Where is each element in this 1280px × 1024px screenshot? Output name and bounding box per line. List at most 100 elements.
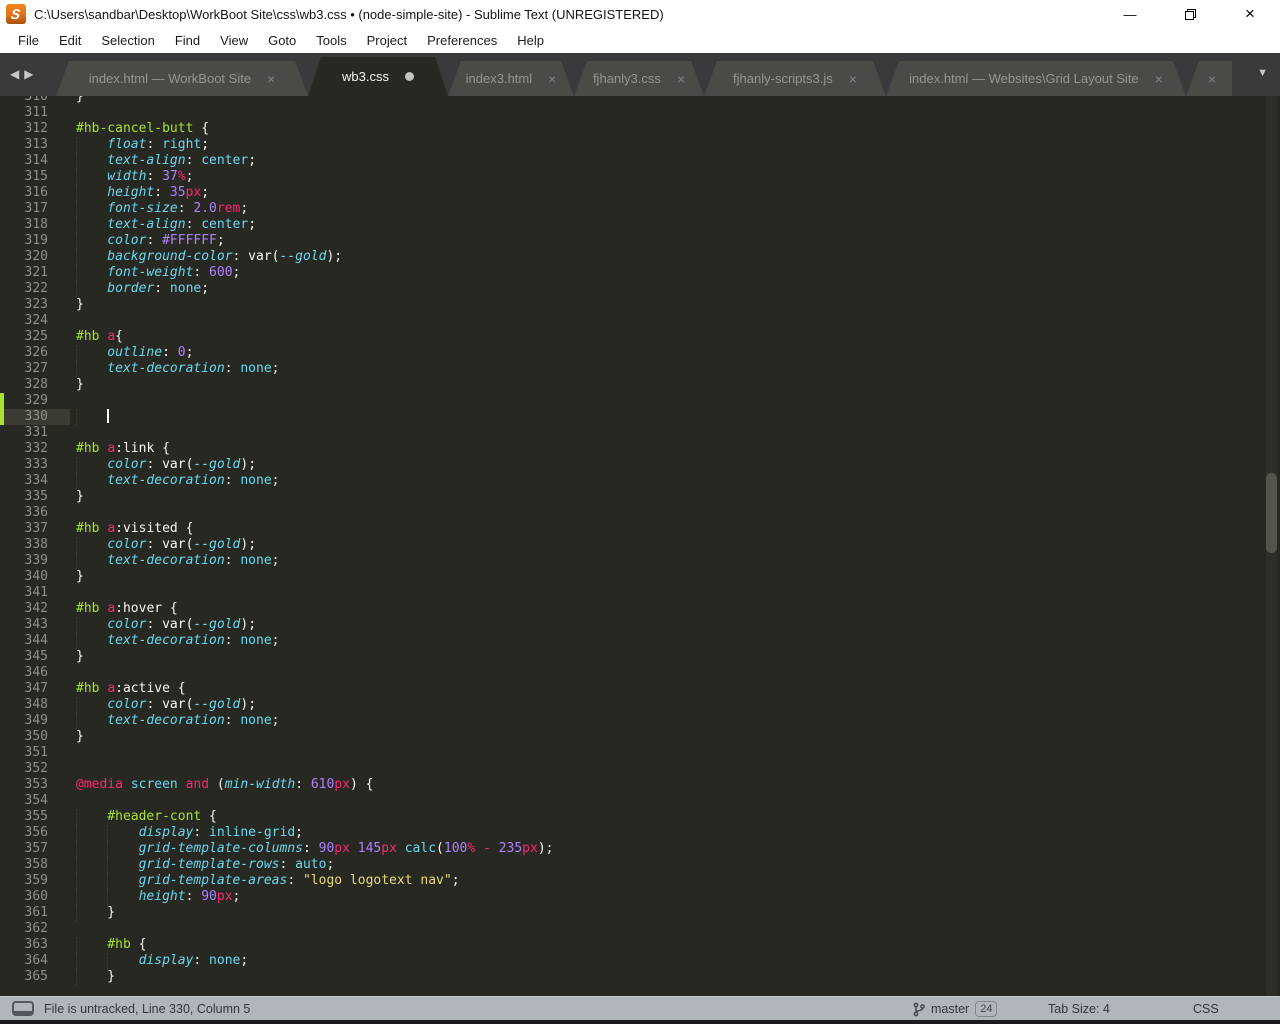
code-line-311[interactable]: 311 (0, 105, 1280, 121)
code-line-357[interactable]: 357grid-template-columns: 90px 145px cal… (0, 841, 1280, 857)
syntax-selector[interactable]: CSS (1193, 997, 1219, 1021)
code-line-312[interactable]: 312#hb-cancel-butt { (0, 121, 1280, 137)
scrollbar-thumb[interactable] (1266, 473, 1277, 553)
code-line-333[interactable]: 333color: var(--gold); (0, 457, 1280, 473)
code-line-361[interactable]: 361} (0, 905, 1280, 921)
code-line-334[interactable]: 334text-decoration: none; (0, 473, 1280, 489)
menu-item-selection[interactable]: Selection (91, 28, 164, 53)
code-line-314[interactable]: 314text-align: center; (0, 153, 1280, 169)
line-number: 352 (0, 761, 48, 777)
code-token: px (334, 841, 350, 856)
back-arrow-icon[interactable]: ◀ (10, 68, 19, 80)
tab-stub[interactable]: × (1186, 61, 1232, 96)
code-line-351[interactable]: 351 (0, 745, 1280, 761)
menu-item-edit[interactable]: Edit (49, 28, 91, 53)
menu-item-preferences[interactable]: Preferences (417, 28, 507, 53)
git-branch-status[interactable]: master 24 (913, 997, 997, 1021)
code-line-348[interactable]: 348color: var(--gold); (0, 697, 1280, 713)
tab-wb3.css[interactable]: wb3.css (308, 57, 448, 96)
code-line-310[interactable]: 310} (0, 96, 1280, 105)
code-line-359[interactable]: 359grid-template-areas: "logo logotext n… (0, 873, 1280, 889)
code-line-336[interactable]: 336 (0, 505, 1280, 521)
code-line-317[interactable]: 317font-size: 2.0rem; (0, 201, 1280, 217)
code-line-364[interactable]: 364display: none; (0, 953, 1280, 969)
menu-item-tools[interactable]: Tools (306, 28, 356, 53)
menu-item-project[interactable]: Project (357, 28, 417, 53)
code-line-365[interactable]: 365} (0, 969, 1280, 985)
code-line-322[interactable]: 322border: none; (0, 281, 1280, 297)
code-line-337[interactable]: 337#hb a:visited { (0, 521, 1280, 537)
close-tab-icon[interactable]: × (548, 72, 556, 86)
code-line-345[interactable]: 345} (0, 649, 1280, 665)
menu-item-goto[interactable]: Goto (258, 28, 306, 53)
code-line-328[interactable]: 328} (0, 377, 1280, 393)
code-line-358[interactable]: 358grid-template-rows: auto; (0, 857, 1280, 873)
code-line-318[interactable]: 318text-align: center; (0, 217, 1280, 233)
code-line-362[interactable]: 362 (0, 921, 1280, 937)
code-line-331[interactable]: 331 (0, 425, 1280, 441)
tab-index.html-websites-grid-layout-site[interactable]: index.html — Websites\Grid Layout Site× (886, 61, 1186, 96)
maximize-button[interactable] (1160, 0, 1220, 28)
tab-fjhanly3.css[interactable]: fjhanly3.css× (574, 61, 704, 96)
code-line-347[interactable]: 347#hb a:active { (0, 681, 1280, 697)
code-line-324[interactable]: 324 (0, 313, 1280, 329)
code-line-355[interactable]: 355#header-cont { (0, 809, 1280, 825)
code-line-326[interactable]: 326outline: 0; (0, 345, 1280, 361)
code-line-342[interactable]: 342#hb a:hover { (0, 601, 1280, 617)
code-line-313[interactable]: 313float: right; (0, 137, 1280, 153)
code-line-329[interactable]: 329 (0, 393, 1280, 409)
panel-toggle-icon[interactable] (12, 1001, 34, 1016)
editor[interactable]: 310}311312#hb-cancel-butt {313float: rig… (0, 96, 1280, 996)
code-line-339[interactable]: 339text-decoration: none; (0, 553, 1280, 569)
code-line-327[interactable]: 327text-decoration: none; (0, 361, 1280, 377)
code-line-330[interactable]: 330 (0, 409, 1280, 425)
code-line-356[interactable]: 356display: inline-grid; (0, 825, 1280, 841)
tab-index3.html[interactable]: index3.html× (448, 61, 574, 96)
close-window-button[interactable]: × (1220, 0, 1280, 28)
code-line-346[interactable]: 346 (0, 665, 1280, 681)
code-line-323[interactable]: 323} (0, 297, 1280, 313)
tab-size-indicator[interactable]: Tab Size: 4 (1048, 997, 1110, 1021)
menu-item-view[interactable]: View (210, 28, 258, 53)
code-text: } (76, 905, 115, 921)
code-line-315[interactable]: 315width: 37%; (0, 169, 1280, 185)
code-line-352[interactable]: 352 (0, 761, 1280, 777)
indent-guide (76, 697, 107, 713)
code-line-349[interactable]: 349text-decoration: none; (0, 713, 1280, 729)
indent-guide (76, 633, 107, 649)
menu-item-help[interactable]: Help (507, 28, 554, 53)
code-line-340[interactable]: 340} (0, 569, 1280, 585)
code-line-320[interactable]: 320background-color: var(--gold); (0, 249, 1280, 265)
code-line-335[interactable]: 335} (0, 489, 1280, 505)
code-token: - (483, 841, 491, 856)
menu-item-find[interactable]: Find (165, 28, 210, 53)
code-token: ) { (350, 777, 373, 792)
code-text: background-color: var(--gold); (76, 249, 342, 265)
close-tab-icon[interactable]: × (849, 72, 857, 86)
menu-item-file[interactable]: File (8, 28, 49, 53)
code-token: 610 (311, 777, 334, 792)
tab-overflow-dropdown-icon[interactable]: ▼ (1257, 68, 1268, 79)
minimize-button[interactable]: — (1100, 0, 1160, 28)
close-tab-icon[interactable]: × (1155, 72, 1163, 86)
tab-index.html-workboot-site[interactable]: index.html — WorkBoot Site× (56, 61, 308, 96)
code-line-343[interactable]: 343color: var(--gold); (0, 617, 1280, 633)
code-line-353[interactable]: 353@media screen and (min-width: 610px) … (0, 777, 1280, 793)
code-line-332[interactable]: 332#hb a:link { (0, 441, 1280, 457)
code-line-363[interactable]: 363#hb { (0, 937, 1280, 953)
code-line-319[interactable]: 319color: #FFFFFF; (0, 233, 1280, 249)
code-line-338[interactable]: 338color: var(--gold); (0, 537, 1280, 553)
close-tab-icon[interactable]: × (677, 72, 685, 86)
code-line-350[interactable]: 350} (0, 729, 1280, 745)
close-tab-icon[interactable]: × (1208, 72, 1216, 86)
code-line-316[interactable]: 316height: 35px; (0, 185, 1280, 201)
code-line-341[interactable]: 341 (0, 585, 1280, 601)
code-line-344[interactable]: 344text-decoration: none; (0, 633, 1280, 649)
close-tab-icon[interactable]: × (267, 72, 275, 86)
tab-fjhanly-scripts3.js[interactable]: fjhanly-scripts3.js× (704, 61, 886, 96)
code-line-354[interactable]: 354 (0, 793, 1280, 809)
code-line-325[interactable]: 325#hb a{ (0, 329, 1280, 345)
code-line-360[interactable]: 360height: 90px; (0, 889, 1280, 905)
code-line-321[interactable]: 321font-weight: 600; (0, 265, 1280, 281)
forward-arrow-icon[interactable]: ▶ (24, 68, 33, 80)
